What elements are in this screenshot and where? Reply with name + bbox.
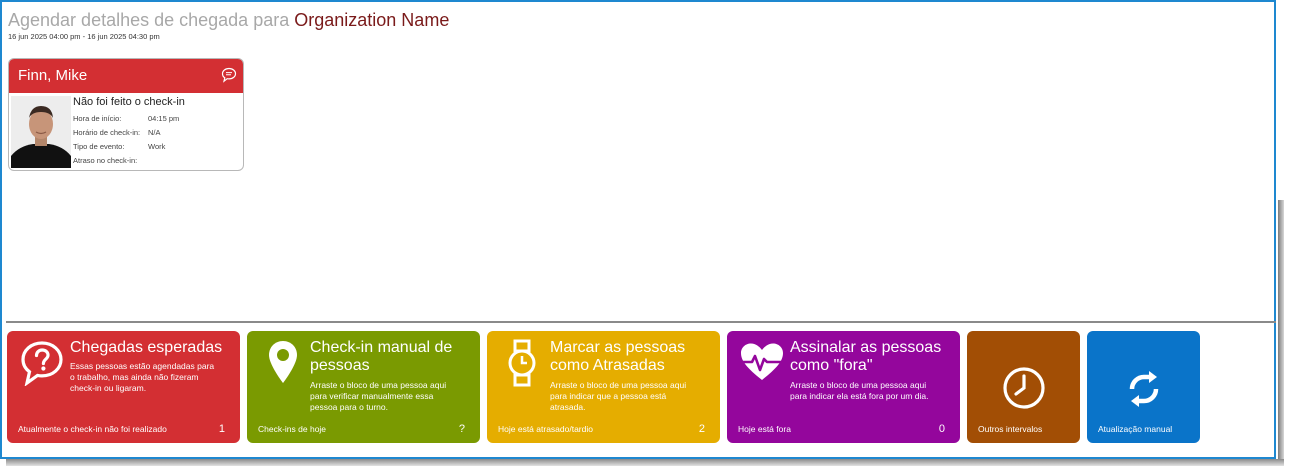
tile-title: Marcar as pessoas (550, 339, 686, 356)
chat-bubble-icon[interactable] (221, 67, 237, 83)
tile-description: check-in ou ligaram. (70, 383, 147, 393)
field-label: Atraso no check-in: (73, 156, 138, 165)
person-photo (11, 96, 71, 168)
org-name: Organization Name (294, 10, 450, 30)
tile-description: Arraste o bloco de uma pessoa aqui (550, 380, 687, 390)
person-card-header: Finn, Mike (9, 59, 243, 93)
tile-description: para indicar ela está fora por um dia. (790, 391, 929, 401)
field-label: Horário de check-in: (73, 128, 141, 137)
field-row-event-type: Tipo de evento: Work (73, 142, 165, 151)
tile-description: o trabalho, mas ainda não fizeram (70, 372, 199, 382)
watch-icon (508, 339, 536, 387)
page-title: Agendar detalhes de chegada para Organiz… (8, 10, 449, 31)
tile-manual-checkin[interactable]: Check-in manual de pessoas Arraste o blo… (247, 331, 480, 443)
field-value: Work (148, 142, 166, 151)
tile-title: Chegadas esperadas (70, 339, 223, 356)
tile-footer: Outros intervalos (978, 424, 1043, 434)
date-range: 16 jun 2025 04:00 pm - 16 jun 2025 04:30… (8, 32, 160, 41)
field-row-start-time: Hora de início: 04:15 pm (73, 114, 179, 123)
field-label: Hora de início: (73, 114, 122, 123)
tile-title: Assinalar as pessoas (790, 339, 942, 356)
field-row-checkin-time: Horário de check-in: N/A (73, 128, 161, 137)
tile-count: ? (458, 423, 465, 435)
title-prefix: Agendar detalhes de chegada para (8, 10, 290, 30)
person-name: Finn, Mike (18, 67, 88, 84)
tile-footer: Hoje está atrasado/tardio (498, 424, 593, 434)
section-divider (6, 321, 1276, 323)
tile-footer: Atualização manual (1098, 424, 1173, 434)
tile-description: Arraste o bloco de uma pessoa aqui (310, 380, 447, 390)
tile-footer: Atualmente o check-in não foi realizado (18, 424, 167, 434)
tile-title-line2: como Atrasadas (550, 357, 665, 374)
tile-mark-away[interactable]: Assinalar as pessoas como "fora" Arraste… (727, 331, 960, 443)
window-shadow-bottom (6, 459, 1284, 466)
field-label: Tipo de evento: (73, 142, 125, 151)
map-pin-icon (269, 341, 297, 383)
tile-title: Check-in manual de (310, 339, 453, 356)
tile-mark-late[interactable]: Marcar as pessoas como Atrasadas Arraste… (487, 331, 720, 443)
clock-icon (1003, 367, 1045, 409)
tile-description: Arraste o bloco de uma pessoa aqui (790, 380, 927, 390)
checkin-status: Não foi feito o check-in (73, 96, 185, 108)
tile-count: 1 (218, 423, 225, 435)
field-value: 04:15 pm (148, 114, 180, 123)
field-value: N/A (148, 128, 161, 137)
window-shadow-right (1278, 200, 1284, 465)
question-bubble-icon (21, 341, 63, 386)
avatar (11, 96, 71, 168)
tile-description: para verificar manualmente essa (310, 391, 434, 401)
tile-manual-refresh[interactable]: Atualização manual (1087, 331, 1200, 443)
tile-footer: Hoje está fora (738, 424, 791, 434)
tile-description: pessoa para o turno. (310, 402, 388, 412)
tile-description: atrasada. (550, 402, 586, 412)
tile-count: 0 (938, 423, 945, 435)
person-card[interactable]: Finn, Mike Não foi feito o check-in Hora… (8, 58, 244, 171)
tile-count: 2 (698, 423, 705, 435)
tile-title-line2: pessoas (310, 357, 370, 374)
refresh-icon (1129, 371, 1159, 407)
tile-footer: Check-ins de hoje (258, 424, 327, 434)
tile-other-intervals[interactable]: Outros intervalos (967, 331, 1080, 443)
tile-title-line2: como "fora" (790, 357, 873, 374)
field-row-checkin-delay: Atraso no check-in: (73, 156, 148, 165)
tile-expected-arrivals[interactable]: Chegadas esperadas Essas pessoas estão a… (7, 331, 240, 443)
tile-description: Essas pessoas estão agendadas para (70, 361, 215, 371)
heartbeat-icon (738, 343, 786, 380)
tile-description: para indicar que a pessoa está (550, 391, 667, 401)
